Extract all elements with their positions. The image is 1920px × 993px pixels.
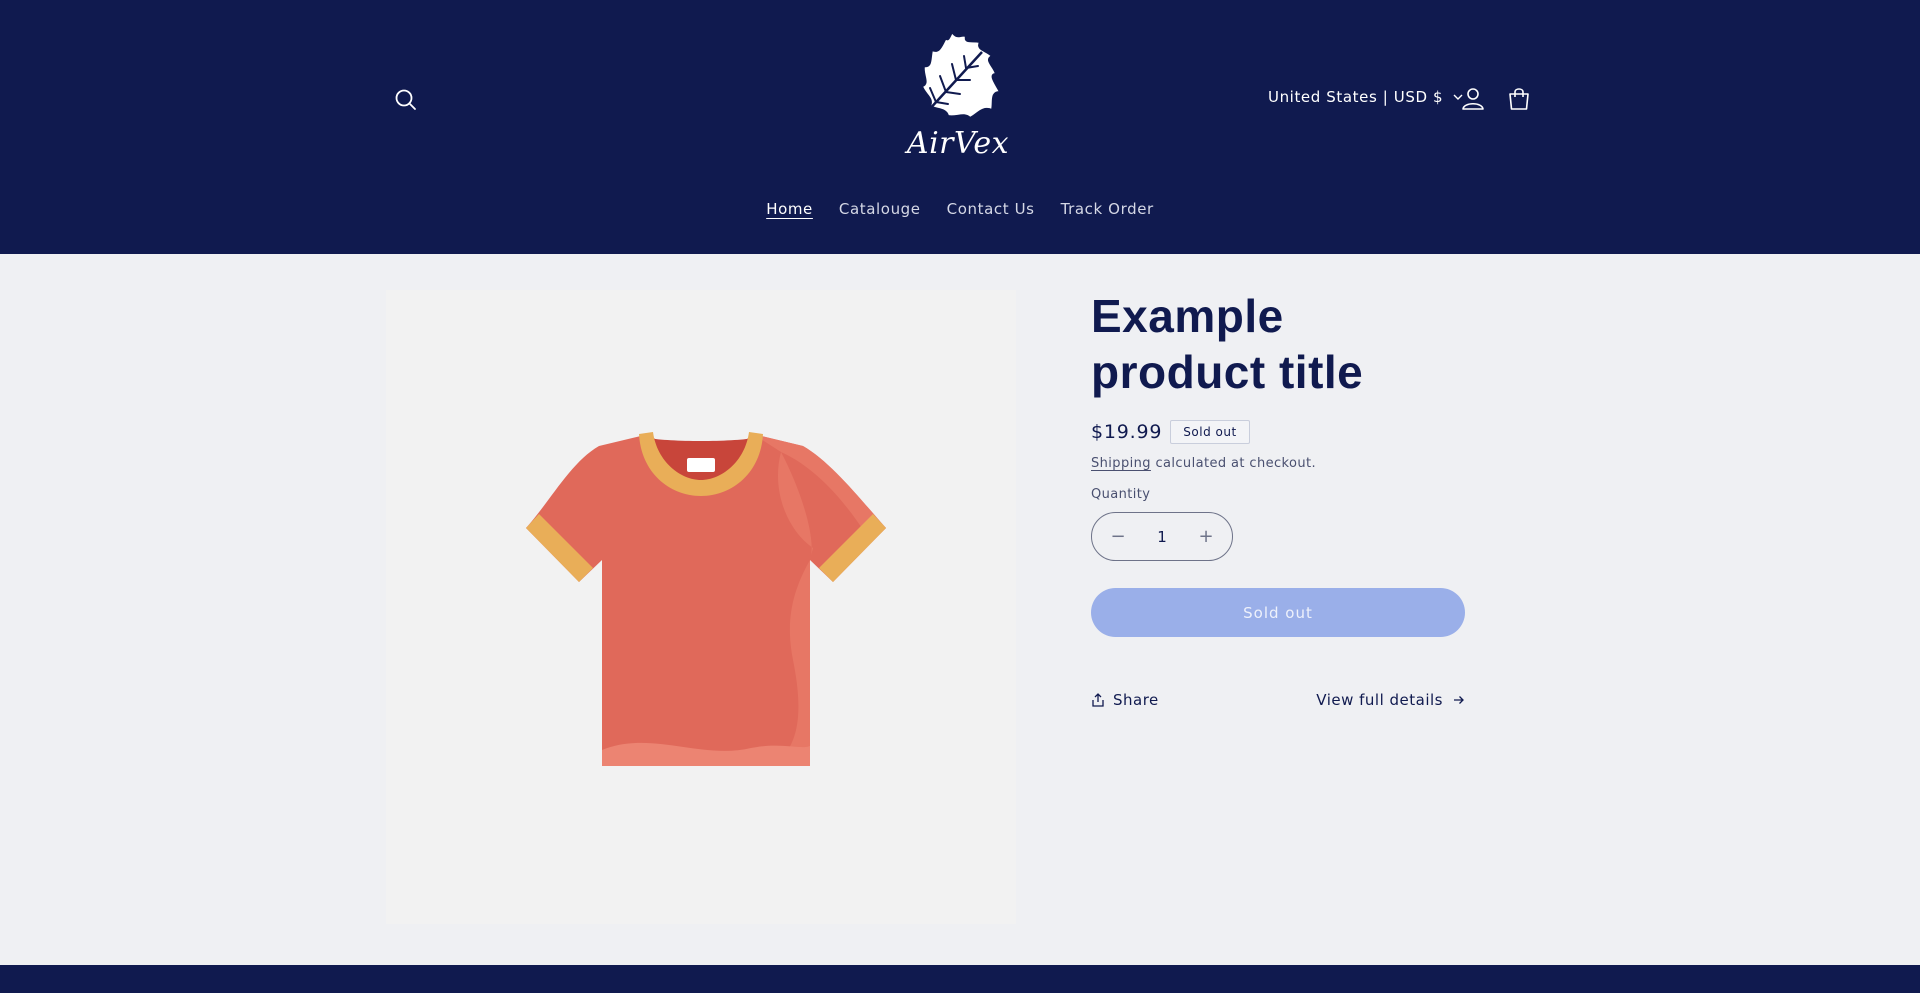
- shipping-note: Shipping calculated at checkout.: [1091, 456, 1465, 471]
- arrow-right-icon: [1454, 696, 1464, 704]
- shipping-text: calculated at checkout.: [1150, 456, 1317, 471]
- main-navigation: Home Catalouge Contact Us Track Order: [0, 200, 1920, 218]
- nav-item-catalouge[interactable]: Catalouge: [839, 200, 921, 218]
- leaf-logo-icon: [915, 30, 1002, 125]
- cart-icon: [1509, 88, 1529, 110]
- view-full-details-link[interactable]: View full details: [1316, 691, 1465, 709]
- nav-item-track-order[interactable]: Track Order: [1061, 200, 1154, 218]
- price-row: $19.99 Sold out: [1091, 420, 1465, 444]
- share-button[interactable]: Share: [1091, 691, 1159, 709]
- product-title: Example product title: [1091, 290, 1364, 398]
- product-info: Example product title $19.99 Sold out Sh…: [1091, 288, 1465, 709]
- footer-strip: [0, 965, 1920, 993]
- sold-out-badge: Sold out: [1170, 420, 1250, 444]
- country-currency-selector[interactable]: United States | USD $: [1268, 88, 1463, 106]
- product-actions: Share View full details: [1091, 691, 1465, 709]
- logo-text: AirVex: [906, 126, 1010, 161]
- cart-button[interactable]: [1505, 85, 1533, 113]
- quantity-label: Quantity: [1091, 487, 1151, 502]
- quantity-input[interactable]: [1142, 527, 1182, 546]
- quantity-increase-button[interactable]: +: [1194, 525, 1218, 549]
- nav-item-home[interactable]: Home: [766, 200, 813, 218]
- quantity-decrease-button[interactable]: −: [1106, 525, 1130, 549]
- shipping-link[interactable]: Shipping: [1091, 456, 1151, 471]
- account-button[interactable]: [1459, 85, 1487, 113]
- t-shirt-image: [526, 432, 886, 766]
- search-icon: [395, 89, 416, 110]
- nav-item-contact-us[interactable]: Contact Us: [947, 200, 1035, 218]
- region-label: United States | USD $: [1268, 88, 1444, 106]
- search-button[interactable]: [392, 86, 420, 114]
- view-details-label: View full details: [1316, 691, 1443, 709]
- product-media[interactable]: [386, 290, 1016, 924]
- quantity-stepper: − +: [1091, 512, 1233, 561]
- product-price: $19.99: [1091, 421, 1163, 443]
- site-logo[interactable]: AirVex: [900, 26, 1016, 166]
- share-label: Share: [1113, 691, 1159, 709]
- site-header: AirVex United States | USD $ Home Catalo…: [0, 0, 1920, 254]
- sold-out-button[interactable]: Sold out: [1091, 588, 1465, 637]
- share-icon: [1092, 693, 1104, 707]
- user-icon: [1462, 88, 1484, 110]
